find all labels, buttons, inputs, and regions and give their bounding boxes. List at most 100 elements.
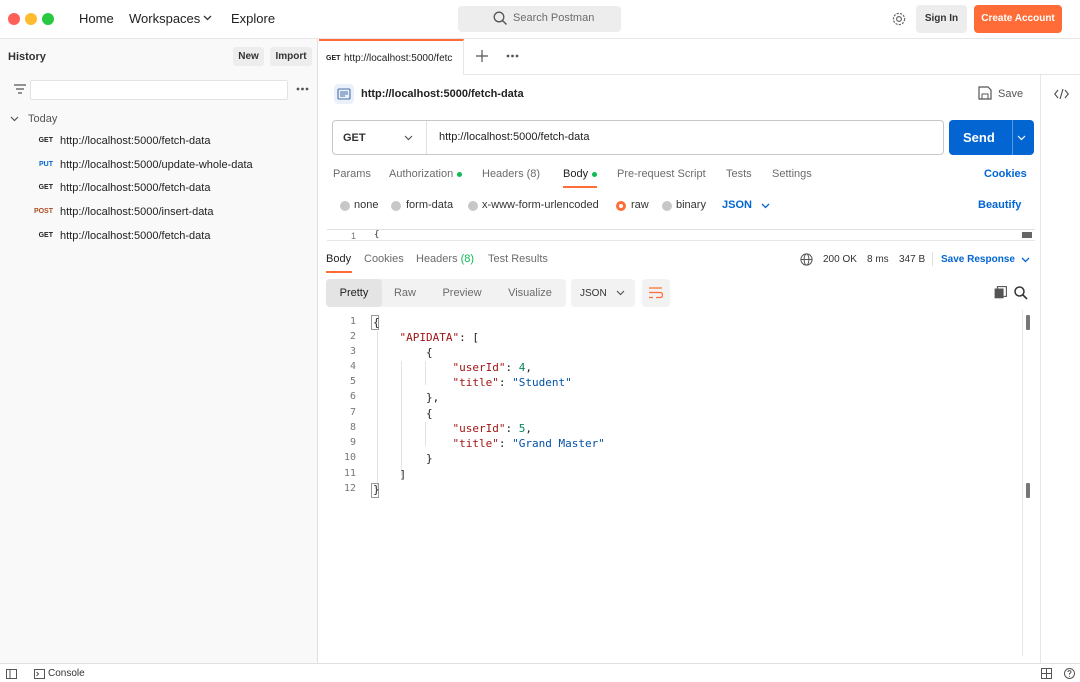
more-options-icon[interactable] [506,54,519,58]
body-format-select[interactable]: JSON [722,199,752,211]
cookies-link[interactable]: Cookies [984,168,1027,180]
resize-handle-icon[interactable] [1022,232,1032,238]
beautify-link[interactable]: Beautify [978,199,1021,211]
search-input[interactable]: Search Postman [458,6,621,32]
plus-icon[interactable] [476,50,488,62]
radio-raw[interactable] [616,201,626,211]
scrollbar-marker[interactable] [1026,483,1030,498]
chevron-down-icon[interactable] [10,116,19,122]
tab-pre-request-script[interactable]: Pre-request Script [617,168,706,180]
history-group-today[interactable]: Today [28,113,57,125]
search-icon [493,11,508,26]
code-line: 3 { [327,346,1027,361]
send-button[interactable]: Send [949,120,1034,155]
save-icon[interactable] [978,86,992,100]
response-tab-body[interactable]: Body [326,253,351,265]
radio-none[interactable] [340,201,350,211]
search-placeholder: Search Postman [513,12,595,24]
history-item-url: http://localhost:5000/fetch-data [60,230,211,242]
response-status[interactable]: 200 OK [823,254,857,265]
chevron-down-icon [616,290,625,296]
layout-icon[interactable] [1041,668,1052,679]
sign-in-button[interactable]: Sign In [916,5,967,33]
scrollbar-marker[interactable] [1026,315,1030,330]
tab-settings[interactable]: Settings [772,168,812,180]
response-tab-headers[interactable]: Headers (8) [416,253,474,265]
response-tab-cookies[interactable]: Cookies [364,253,404,265]
save-response-button[interactable]: Save Response [941,254,1015,265]
response-scrollbar-track[interactable] [1022,310,1023,656]
code-line: 10 } [327,452,1027,467]
response-format-select[interactable]: JSON [571,279,635,307]
code-line-text: "title": "Student" [452,376,572,389]
history-item[interactable]: GET http://localhost:5000/fetch-data [0,178,317,200]
create-account-button[interactable]: Create Account [974,5,1062,33]
code-line: 9 "title": "Grand Master" [327,437,1027,452]
toggle-sidebar-icon[interactable] [6,669,17,679]
history-item[interactable]: POST http://localhost:5000/insert-data [0,202,317,224]
console-button[interactable]: Console [48,668,85,679]
settings-gear-icon[interactable] [891,11,907,27]
status-dot [457,171,463,177]
import-button[interactable]: Import [270,47,312,66]
history-item-url: http://localhost:5000/insert-data [60,206,214,218]
request-tab[interactable]: GET http://localhost:5000/fetc [319,39,464,75]
tab-headers[interactable]: Headers (8) [482,168,540,180]
line-number: 6 [349,391,356,402]
code-snippet-icon[interactable] [1054,88,1069,100]
history-filter-input[interactable] [30,80,288,100]
send-button-divider [1012,120,1013,155]
history-item[interactable]: GET http://localhost:5000/fetch-data [0,131,317,153]
nav-workspaces[interactable]: Workspaces [129,11,200,26]
request-body-editor[interactable]: 1 { [327,229,1035,241]
window-close-button[interactable] [8,13,20,25]
more-options-icon[interactable] [296,87,309,91]
wrap-lines-button[interactable] [642,279,670,307]
copy-icon[interactable] [994,286,1007,299]
response-size[interactable]: 347 B [899,254,925,265]
response-tab-test-results[interactable]: Test Results [488,253,548,265]
save-button[interactable]: Save [998,88,1023,100]
help-icon[interactable] [1064,668,1075,679]
history-item-url: http://localhost:5000/fetch-data [60,182,211,194]
request-title[interactable]: http://localhost:5000/fetch-data [361,88,524,100]
view-preview[interactable]: Preview [428,279,496,307]
radio-form-data[interactable] [391,201,401,211]
history-item[interactable]: PUT http://localhost:5000/update-whole-d… [0,155,317,177]
nav-explore[interactable]: Explore [231,11,275,26]
tab-tests[interactable]: Tests [726,168,752,180]
window-zoom-button[interactable] [42,13,54,25]
response-time[interactable]: 8 ms [867,254,889,265]
window-minimize-button[interactable] [25,13,37,25]
code-line: 1{ [327,316,1027,331]
radio-x-www-form-urlencoded[interactable] [468,201,478,211]
code-line-text: } [373,452,433,465]
view-visualize[interactable]: Visualize [496,279,564,307]
chevron-down-icon[interactable] [1017,135,1026,141]
method-select[interactable]: GET [333,121,427,154]
chevron-down-icon[interactable] [1021,257,1030,263]
nav-home[interactable]: Home [79,11,114,26]
search-icon[interactable] [1014,286,1028,300]
tab-params[interactable]: Params [333,168,371,180]
tab-body[interactable]: Body [563,168,598,180]
chevron-down-icon [203,15,212,21]
response-tab-headers-label: Headers [416,253,458,265]
view-pretty[interactable]: Pretty [326,279,382,307]
url-input[interactable]: http://localhost:5000/fetch-data [439,131,589,143]
history-item[interactable]: GET http://localhost:5000/fetch-data [0,226,317,248]
radio-binary[interactable] [662,201,672,211]
send-button-label: Send [963,130,995,145]
chevron-down-icon[interactable] [761,203,770,209]
filter-icon[interactable] [14,84,26,94]
code-line-text: { [373,407,433,420]
chevron-down-icon [404,135,413,141]
code-line-text: } [373,483,380,496]
console-icon[interactable] [34,669,45,679]
line-number: 8 [349,422,356,433]
tab-authorization[interactable]: Authorization [389,168,463,180]
new-button[interactable]: New [233,47,264,66]
line-number: 3 [349,346,356,357]
view-raw[interactable]: Raw [382,279,428,307]
response-body-viewer[interactable]: 1{ 2 "APIDATA": [ 3 { 4 "userId": 4, 5 "… [327,315,1027,498]
